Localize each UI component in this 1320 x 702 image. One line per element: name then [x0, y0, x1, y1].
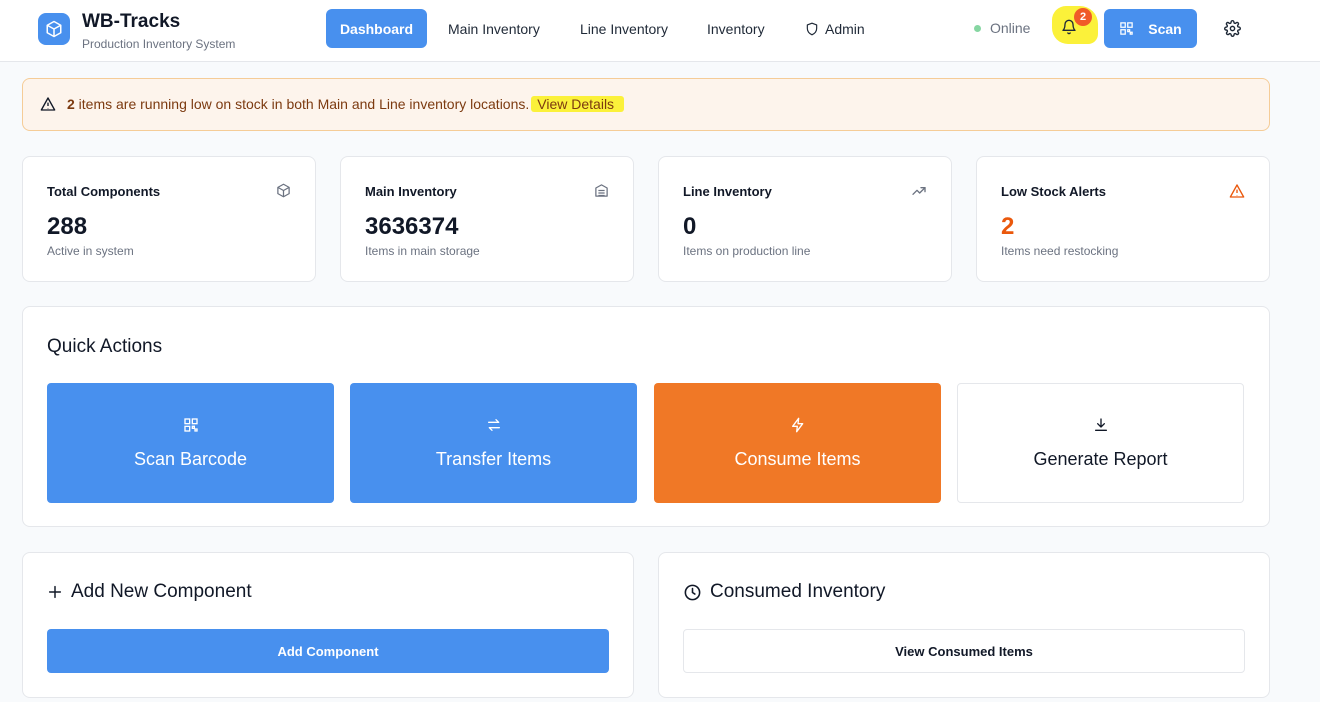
nav-main-inventory-label: Main Inventory: [448, 20, 540, 37]
stat-card-main-inventory: Main Inventory 3636374 Items in main sto…: [340, 156, 634, 282]
quick-actions-panel: Quick Actions Scan Barcode Transfer Item…: [22, 306, 1270, 527]
nav-dashboard[interactable]: Dashboard: [326, 9, 427, 48]
consumed-inventory-title: Consumed Inventory: [683, 581, 885, 603]
nav-admin[interactable]: Admin: [805, 9, 865, 48]
generate-report-button[interactable]: Generate Report: [957, 383, 1244, 503]
stat-label: Main Inventory: [365, 184, 457, 199]
stat-subtext: Items on production line: [683, 244, 811, 258]
nav-inventory-label: Inventory: [707, 20, 765, 37]
brand-subtitle: Production Inventory System: [82, 37, 236, 51]
transfer-items-label: Transfer Items: [435, 448, 552, 469]
add-component-title: Add New Component: [47, 581, 252, 603]
scan-button-label: Scan: [1148, 20, 1182, 37]
alert-message-text: items are running low on stock in both M…: [74, 96, 530, 112]
nav-admin-label: Admin: [825, 20, 865, 37]
lightning-icon: [791, 417, 803, 432]
top-header: WB-Tracks Production Inventory System Da…: [0, 0, 1320, 62]
online-dot-icon: [974, 24, 981, 32]
nav-line-inventory[interactable]: Line Inventory: [580, 9, 668, 48]
download-icon: [1094, 417, 1107, 431]
notification-count-badge: 2: [1074, 8, 1092, 26]
stat-subtext: Items need restocking: [1001, 244, 1119, 258]
notifications-button[interactable]: 2: [1052, 6, 1098, 44]
stat-label: Line Inventory: [683, 184, 772, 199]
nav-line-inventory-label: Line Inventory: [580, 20, 668, 37]
stat-value: 288: [47, 213, 88, 240]
consume-items-button[interactable]: Consume Items: [654, 383, 941, 503]
transfer-items-button[interactable]: Transfer Items: [350, 383, 637, 503]
stat-subtext: Items in main storage: [365, 244, 480, 258]
low-stock-alert: 2 items are running low on stock in both…: [22, 78, 1270, 131]
plus-icon: [48, 585, 62, 599]
consumed-inventory-card: Consumed Inventory View Consumed Items: [658, 552, 1270, 698]
transfer-icon: [487, 418, 500, 431]
warning-icon: [1229, 184, 1245, 198]
stat-card-low-stock-alerts: Low Stock Alerts 2 Items need restocking: [976, 156, 1270, 282]
add-component-title-text: Add New Component: [71, 581, 252, 602]
stat-value: 0: [683, 213, 697, 240]
scan-button[interactable]: Scan: [1104, 9, 1197, 48]
stat-value: 3636374: [365, 213, 459, 240]
alert-message: 2 items are running low on stock in both…: [67, 96, 625, 112]
view-consumed-items-button[interactable]: View Consumed Items: [683, 629, 1245, 673]
scan-barcode-button[interactable]: Scan Barcode: [47, 383, 334, 503]
clock-icon: [684, 584, 701, 600]
stat-label: Total Components: [47, 184, 161, 199]
app-logo[interactable]: [38, 13, 70, 45]
stat-card-total-components: Total Components 288 Active in system: [22, 156, 316, 282]
stat-card-line-inventory: Line Inventory 0 Items on production lin…: [658, 156, 952, 282]
scan-barcode-label: Scan Barcode: [133, 448, 248, 469]
stat-label: Low Stock Alerts: [1001, 184, 1106, 199]
box-icon: [277, 183, 290, 198]
brand-title: WB-Tracks: [82, 11, 181, 32]
generate-report-label: Generate Report: [1033, 448, 1168, 469]
stat-subtext: Active in system: [47, 244, 134, 258]
add-component-card: Add New Component Add Component: [22, 552, 634, 698]
warehouse-icon: [595, 184, 608, 197]
consume-items-label: Consume Items: [734, 448, 861, 469]
consumed-inventory-title-text: Consumed Inventory: [710, 581, 886, 602]
stat-value: 2: [1001, 213, 1015, 240]
shield-icon: [806, 22, 818, 35]
nav-main-inventory[interactable]: Main Inventory: [448, 9, 540, 48]
nav-inventory[interactable]: Inventory: [707, 9, 765, 48]
box-icon: [46, 20, 62, 38]
connection-status: Online: [974, 20, 1030, 36]
alert-count: 2: [67, 96, 75, 112]
warning-icon: [40, 97, 56, 111]
nav-dashboard-label: Dashboard: [339, 20, 414, 37]
qr-code-icon: [183, 417, 198, 432]
quick-actions-title: Quick Actions: [47, 336, 163, 357]
gear-icon[interactable]: [1224, 20, 1241, 37]
qr-code-icon: [1120, 22, 1134, 35]
add-component-button[interactable]: Add Component: [47, 629, 609, 673]
connection-status-label: Online: [990, 20, 1031, 36]
trending-up-icon: [912, 187, 926, 195]
view-details-link[interactable]: View Details: [531, 96, 625, 112]
